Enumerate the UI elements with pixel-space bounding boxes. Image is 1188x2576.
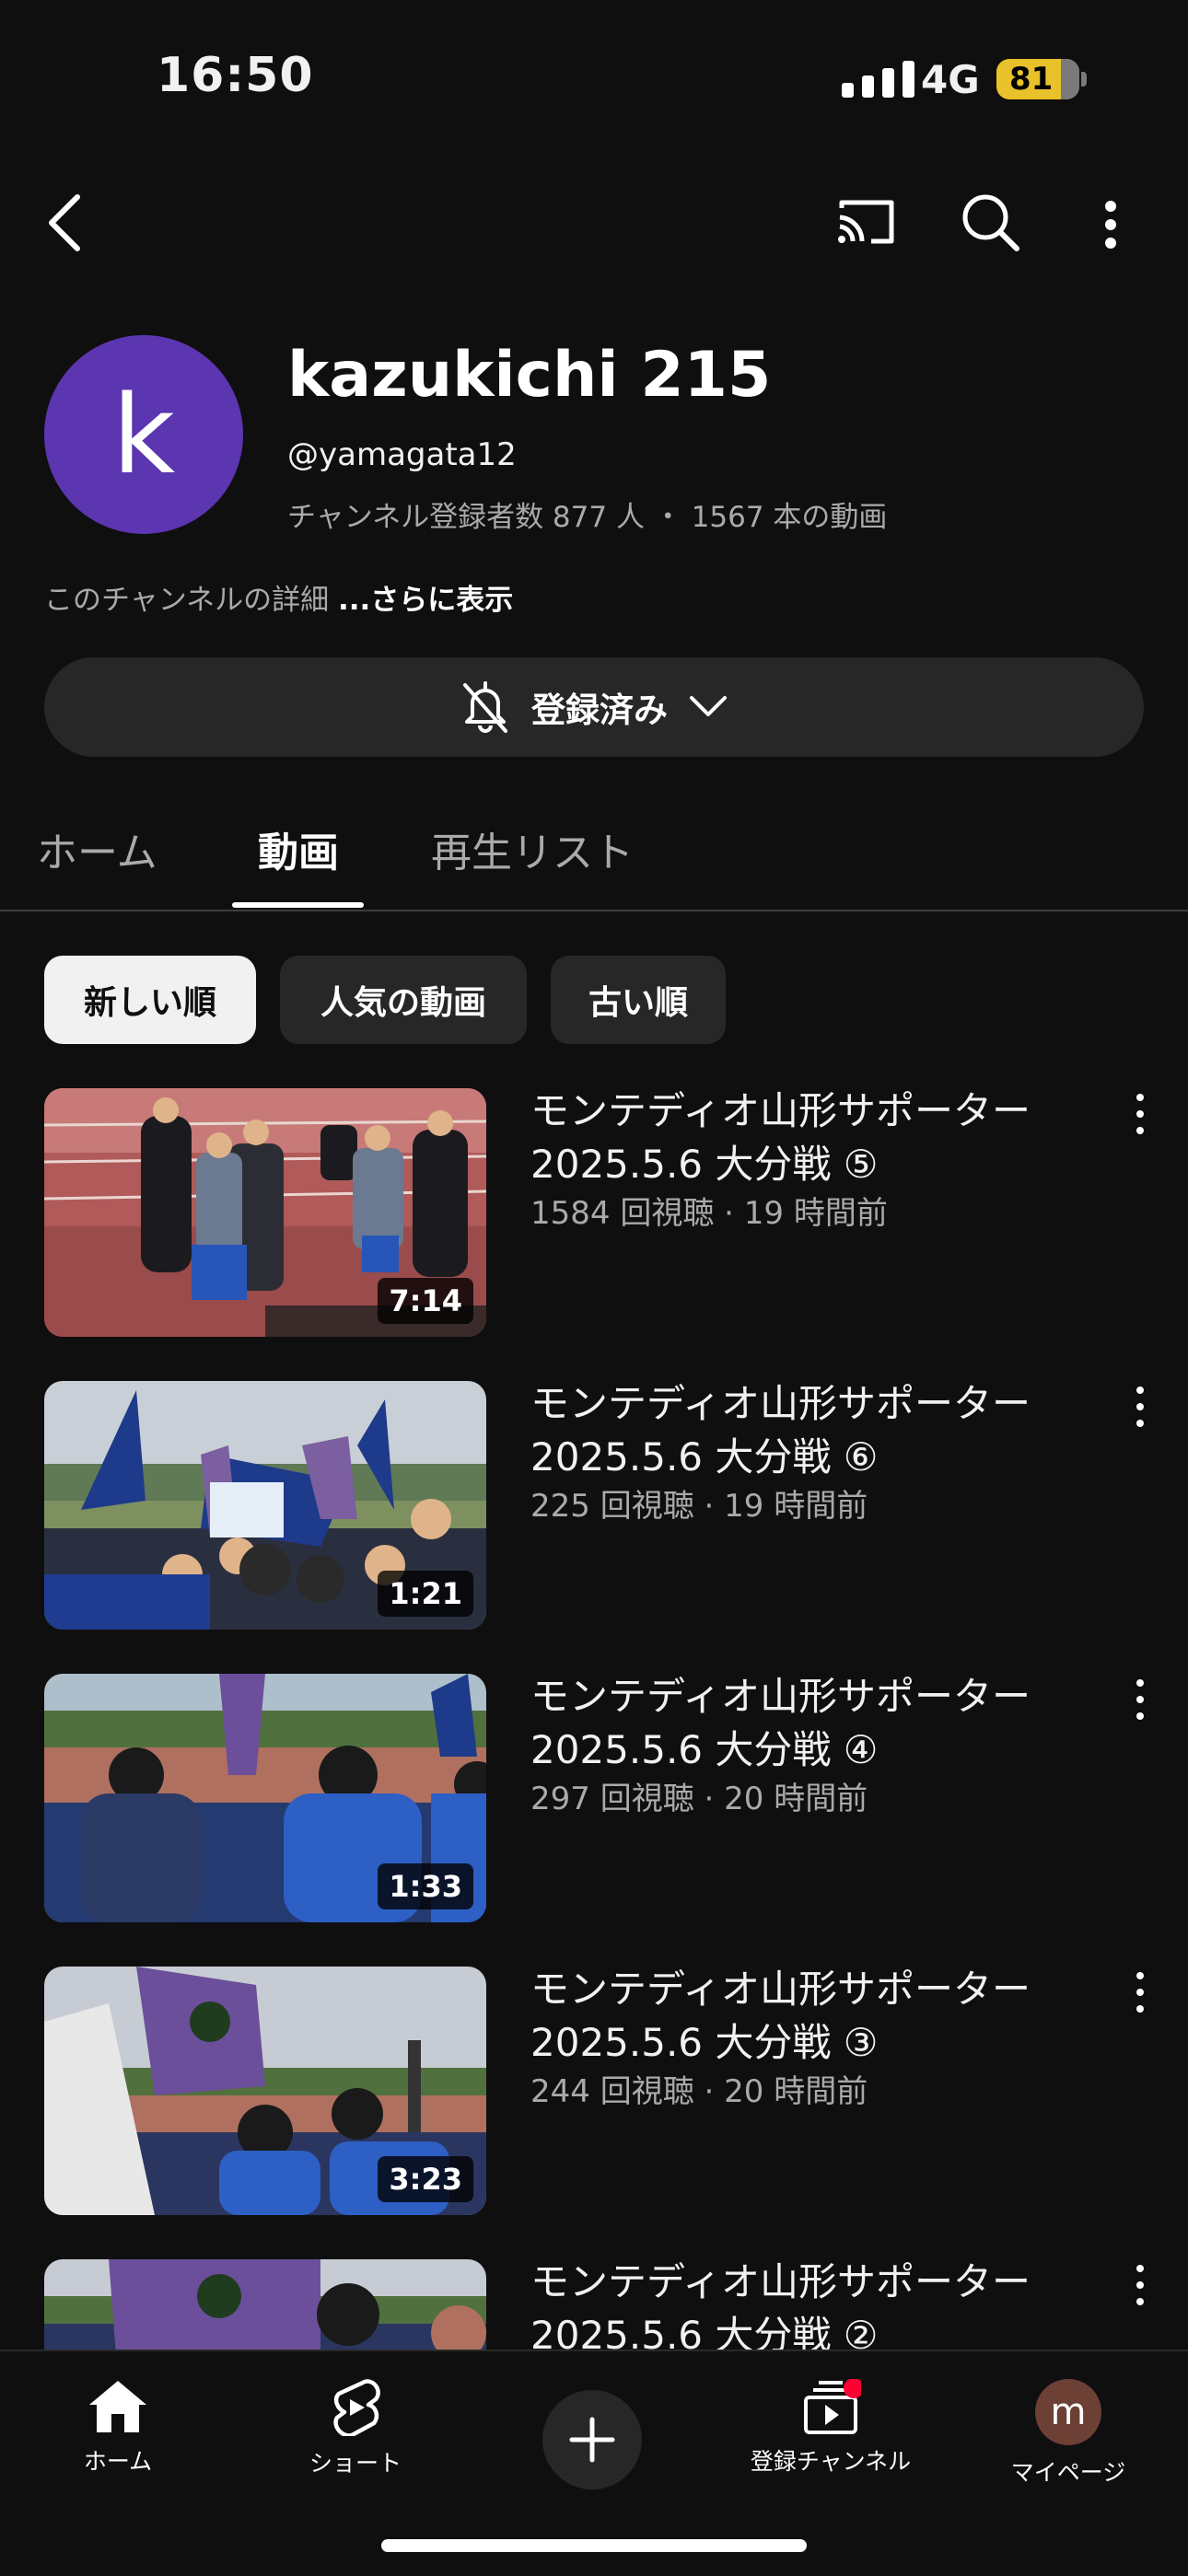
video-meta: 244 回視聴 · 20 時間前 [530,2073,868,2110]
status-time: 16:50 [157,48,314,103]
channel-name: kazukichi 215 [287,339,772,412]
tab-videos[interactable]: 動画 [258,819,339,878]
video-duration: 1:33 [378,1863,473,1909]
tab-playlists[interactable]: 再生リスト [431,819,634,878]
home-indicator [381,2539,807,2552]
subscribed-button[interactable]: 登録済み [44,657,1144,757]
video-thumbnail[interactable]: 3:23 [44,1967,486,2215]
back-icon[interactable] [41,190,92,256]
battery-tip [1081,72,1087,87]
video-meta: 1584 回視聴 · 19 時間前 [530,1195,888,1232]
channel-avatar[interactable]: k [44,335,243,534]
shorts-icon [333,2379,380,2436]
battery-level: 81 [1009,61,1054,98]
video-title-line: モンテディオ山形サポーター [530,2259,1031,2304]
cast-icon[interactable] [834,195,897,247]
video-meta: 225 回視聴 · 19 時間前 [530,1488,868,1525]
video-title[interactable]: モンテディオ山形サポーター 2025.5.6 大分戦 ⑥ [530,1377,1083,1484]
nav-me-label: マイページ [1010,2459,1126,2486]
video-thumbnail[interactable]: 1:33 [44,1674,486,1922]
video-more-icon[interactable] [1129,1972,1151,2013]
video-duration: 1:21 [378,1571,473,1617]
network-type: 4G [921,57,980,102]
video-thumbnail[interactable]: 7:14 [44,1088,486,1337]
chevron-down-icon [690,696,727,716]
nav-home[interactable]: ホーム [7,2379,228,2477]
tab-divider [0,910,1188,911]
subscriptions-icon [804,2379,861,2434]
video-duration: 7:14 [378,1278,473,1324]
show-more-link[interactable]: ...さらに表示 [338,584,513,617]
nav-me[interactable]: m マイページ [958,2379,1179,2488]
video-more-icon[interactable] [1129,1094,1151,1134]
subscribed-label: 登録済み [531,690,668,730]
video-meta: 297 回視聴 · 20 時間前 [530,1781,868,1817]
video-title-line: モンテディオ山形サポーター [530,1967,1031,2012]
video-title-line: モンテディオ山形サポーター [530,1088,1031,1133]
active-tab-indicator [232,902,364,908]
nav-shorts[interactable]: ショート [245,2379,466,2478]
nav-subscriptions-label: 登録チャンネル [750,2448,912,2475]
video-title[interactable]: モンテディオ山形サポーター 2025.5.6 大分戦 ③ [530,1963,1083,2070]
create-button[interactable] [542,2390,642,2489]
video-title-line: 2025.5.6 大分戦 ③ [530,2020,879,2065]
signal-icon [842,61,914,98]
channel-stats: チャンネル登録者数 877 人 ・ 1567 本の動画 [287,501,888,534]
video-duration: 3:23 [378,2156,473,2202]
video-title-line: モンテディオ山形サポーター [530,1674,1031,1719]
channel-description[interactable]: このチャンネルの詳細 ...さらに表示 [44,576,513,618]
chip-oldest[interactable]: 古い順 [551,956,726,1044]
channel-description-text: このチャンネルの詳細 [44,584,330,617]
video-more-icon[interactable] [1129,2265,1151,2305]
video-more-icon[interactable] [1129,1679,1151,1720]
nav-home-label: ホーム [83,2448,153,2475]
chip-popular[interactable]: 人気の動画 [280,956,527,1044]
more-vert-icon[interactable] [1101,199,1120,250]
plus-icon [569,2417,615,2463]
battery-icon: 81 [996,59,1079,99]
video-more-icon[interactable] [1129,1387,1151,1427]
home-icon [89,2381,146,2432]
video-title[interactable]: モンテディオ山形サポーター 2025.5.6 大分戦 ② [530,2256,1083,2362]
nav-shorts-label: ショート [309,2450,402,2477]
search-icon[interactable] [960,191,1020,252]
bell-off-icon [463,681,507,733]
my-avatar-letter: m [1050,2391,1087,2433]
video-title-line: 2025.5.6 大分戦 ⑤ [530,1142,879,1187]
my-avatar: m [1035,2379,1101,2445]
nav-subscriptions[interactable]: 登録チャンネル [720,2379,941,2477]
chip-newest[interactable]: 新しい順 [44,956,256,1044]
video-title-line: モンテディオ山形サポーター [530,1381,1031,1426]
channel-handle: @yamagata12 [287,436,517,473]
tab-home[interactable]: ホーム [37,819,157,878]
video-title[interactable]: モンテディオ山形サポーター 2025.5.6 大分戦 ④ [530,1670,1083,1777]
video-title[interactable]: モンテディオ山形サポーター 2025.5.6 大分戦 ⑤ [530,1085,1083,1191]
video-thumbnail[interactable]: 1:21 [44,1381,486,1630]
channel-avatar-letter: k [111,371,176,498]
video-title-line: 2025.5.6 大分戦 ⑥ [530,1434,879,1479]
video-title-line: 2025.5.6 大分戦 ④ [530,1727,879,1772]
